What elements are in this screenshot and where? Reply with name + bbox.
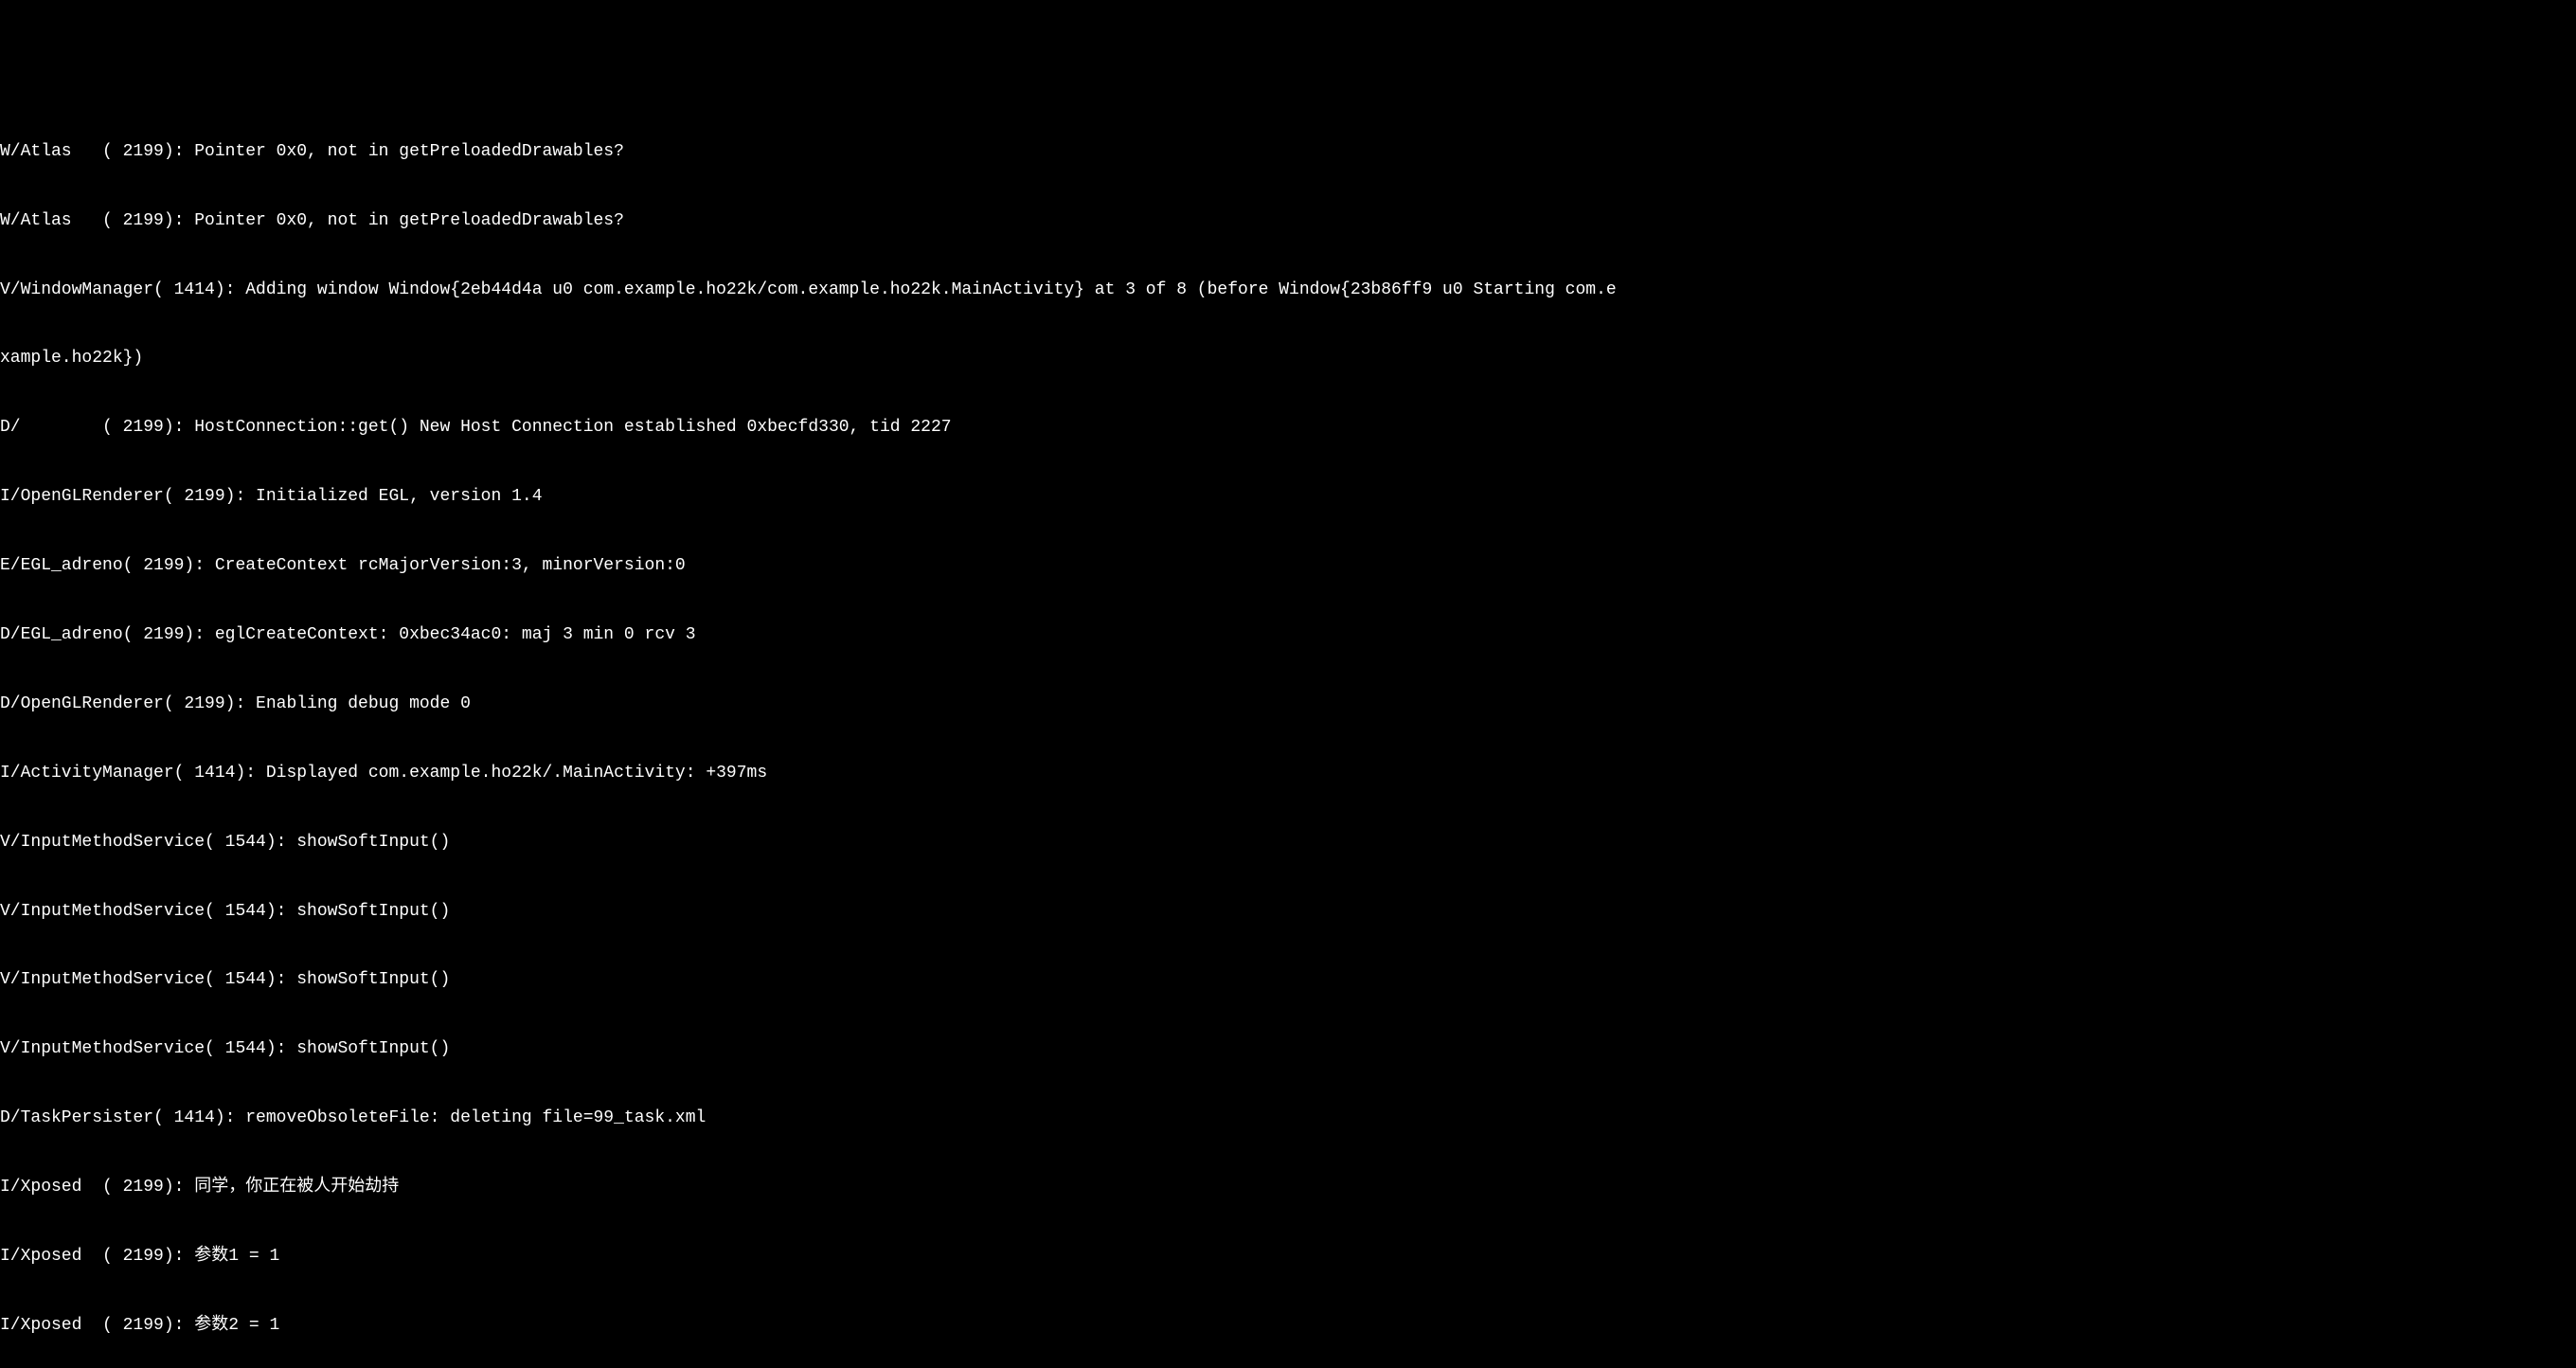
log-line: V/WindowManager( 1414): Adding window Wi… — [0, 279, 2576, 301]
log-line: E/EGL_adreno( 2199): CreateContext rcMaj… — [0, 554, 2576, 577]
log-line: D/TaskPersister( 1414): removeObsoleteFi… — [0, 1107, 2576, 1129]
log-line: I/OpenGLRenderer( 2199): Initialized EGL… — [0, 485, 2576, 508]
log-line: xample.ho22k}) — [0, 347, 2576, 369]
log-line: I/Xposed ( 2199): 参数2 = 1 — [0, 1314, 2576, 1337]
log-line: V/InputMethodService( 1544): showSoftInp… — [0, 968, 2576, 991]
log-line: W/Atlas ( 2199): Pointer 0x0, not in get… — [0, 140, 2576, 163]
log-line: D/OpenGLRenderer( 2199): Enabling debug … — [0, 693, 2576, 715]
log-line: I/ActivityManager( 1414): Displayed com.… — [0, 762, 2576, 784]
log-line: W/Atlas ( 2199): Pointer 0x0, not in get… — [0, 209, 2576, 232]
logcat-output[interactable]: W/Atlas ( 2199): Pointer 0x0, not in get… — [0, 92, 2576, 1368]
log-line: V/InputMethodService( 1544): showSoftInp… — [0, 831, 2576, 854]
log-line: D/EGL_adreno( 2199): eglCreateContext: 0… — [0, 623, 2576, 646]
log-line: V/InputMethodService( 1544): showSoftInp… — [0, 900, 2576, 923]
log-line: I/Xposed ( 2199): 参数1 = 1 — [0, 1245, 2576, 1268]
log-line: I/Xposed ( 2199): 同学，你正在被人开始劫持 — [0, 1176, 2576, 1198]
log-line: V/InputMethodService( 1544): showSoftInp… — [0, 1037, 2576, 1060]
log-line: D/ ( 2199): HostConnection::get() New Ho… — [0, 416, 2576, 439]
